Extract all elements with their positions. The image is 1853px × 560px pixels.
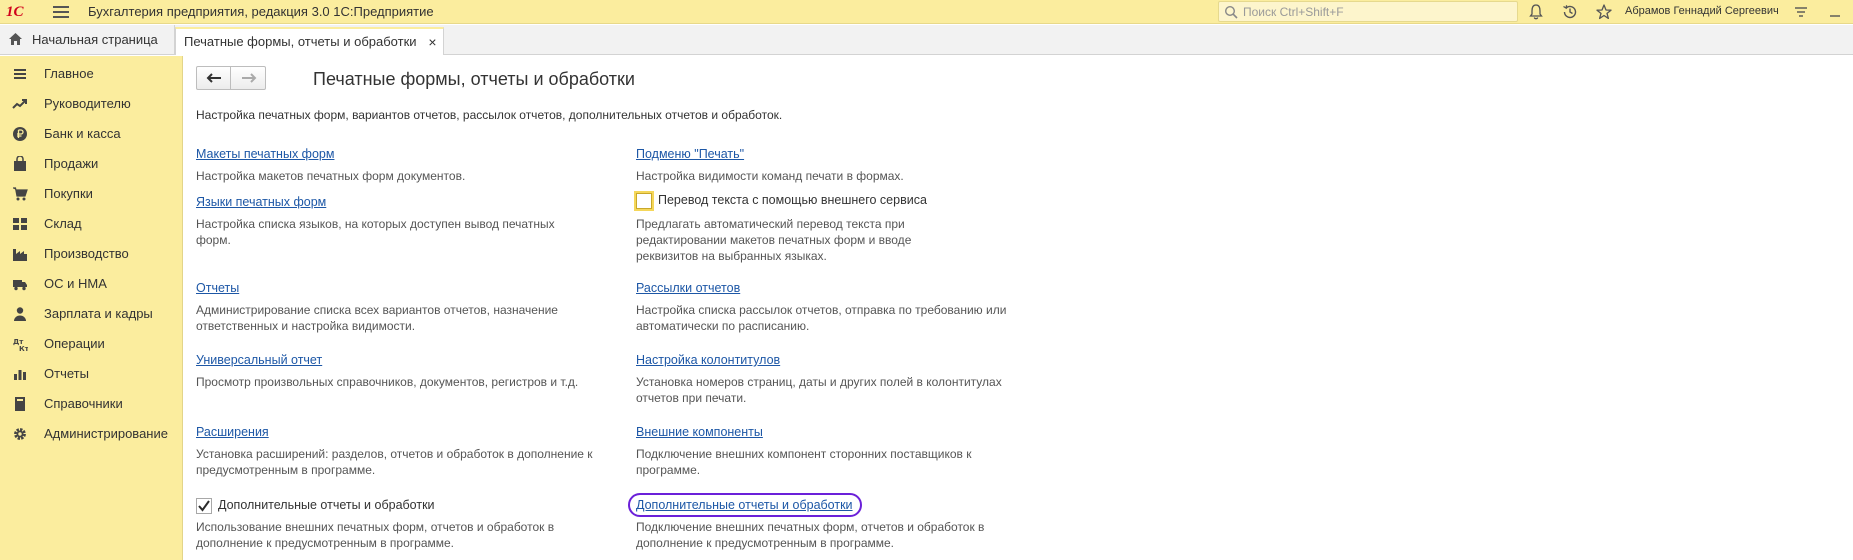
headers-footers-link[interactable]: Настройка колонтитулов	[636, 353, 780, 367]
factory-icon	[13, 249, 27, 261]
extensions-link[interactable]: Расширения	[196, 425, 269, 439]
forward-button[interactable]	[232, 67, 266, 89]
truck-icon	[13, 280, 27, 291]
close-tab-icon[interactable]: ×	[428, 29, 436, 55]
sections-panel: Главное Руководителю Банк и касса Продаж…	[0, 56, 183, 560]
back-button[interactable]	[197, 67, 231, 89]
print-languages-link[interactable]: Языки печатных форм	[196, 195, 326, 209]
svg-text:Кт: Кт	[19, 345, 28, 352]
headers-footers-desc: Установка номеров страниц, даты и других…	[636, 375, 1002, 405]
print-layouts-link[interactable]: Макеты печатных форм	[196, 147, 334, 161]
sidebar-item-administration[interactable]: Администрирование	[0, 419, 183, 449]
tab-bar: Начальная страница Печатные формы, отчет…	[0, 25, 1853, 55]
sidebar-item-fixed-assets[interactable]: ОС и НМА	[0, 269, 183, 299]
report-mailings-link[interactable]: Рассылки отчетов	[636, 281, 740, 295]
ruble-coin-icon	[13, 127, 27, 141]
translation-checkbox-row[interactable]: Перевод текста с помощью внешнего сервис…	[636, 193, 966, 211]
home-icon	[9, 33, 22, 45]
search-icon	[1224, 5, 1238, 19]
books-icon	[15, 397, 25, 411]
reports-link[interactable]: Отчеты	[196, 281, 239, 295]
tab-home[interactable]: Начальная страница	[0, 25, 175, 54]
arrow-right-icon	[242, 73, 257, 83]
sidebar-item-label: Зарплата и кадры	[44, 306, 153, 321]
additional-reports-usage-desc: Использование внешних печатных форм, отч…	[196, 520, 555, 550]
print-layouts-desc: Настройка макетов печатных форм документ…	[196, 169, 466, 183]
external-components-desc: Подключение внешних компонент сторонних …	[636, 447, 972, 477]
gear-icon	[14, 428, 26, 440]
sidebar-item-sales[interactable]: Продажи	[0, 149, 183, 179]
additional-reports-checkbox-label: Дополнительные отчеты и обработки	[218, 498, 435, 512]
bag-icon	[14, 156, 26, 171]
tab-home-label: Начальная страница	[32, 32, 158, 47]
dt-kt-icon: ДтКт	[13, 338, 28, 352]
sidebar-item-warehouse[interactable]: Склад	[0, 209, 183, 239]
sidebar-item-label: Банк и касса	[44, 126, 121, 141]
additional-reports-connect-desc: Подключение внешних печатных форм, отчет…	[636, 520, 985, 550]
page-description: Настройка печатных форм, вариантов отчет…	[196, 108, 783, 122]
sidebar-item-operations[interactable]: Дт Кт Операции	[0, 329, 183, 359]
report-mailings-desc: Настройка списка рассылок отчетов, отпра…	[636, 303, 1007, 333]
sidebar-item-label: Справочники	[44, 396, 123, 411]
sidebar-item-references[interactable]: Справочники	[0, 389, 183, 419]
main-menu-icon[interactable]	[53, 6, 69, 18]
history-icon[interactable]	[1561, 3, 1579, 21]
additional-reports-checkbox[interactable]	[196, 498, 212, 514]
sidebar-item-main[interactable]: Главное	[0, 59, 183, 89]
user-name[interactable]: Абрамов Геннадий Сергеевич	[1625, 5, 1779, 17]
warehouse-icon	[13, 218, 27, 230]
sidebar-item-production[interactable]: Производство	[0, 239, 183, 269]
sidebar-item-label: Покупки	[44, 186, 93, 201]
checkmark-icon	[198, 500, 210, 512]
sidebar-item-manager[interactable]: Руководителю	[0, 89, 183, 119]
app-title: Бухгалтерия предприятия, редакция 3.0 1С…	[88, 4, 434, 19]
navigation-buttons	[196, 66, 266, 90]
print-submenu-desc: Настройка видимости команд печати в форм…	[636, 169, 904, 183]
tab-print-forms-label: Печатные формы, отчеты и обработки	[184, 34, 417, 49]
translation-checkbox-label: Перевод текста с помощью внешнего сервис…	[658, 193, 927, 207]
sidebar-item-label: Отчеты	[44, 366, 89, 381]
cart-icon	[13, 187, 28, 201]
page-title: Печатные формы, отчеты и обработки	[313, 69, 635, 89]
sidebar-item-salary[interactable]: Зарплата и кадры	[0, 299, 183, 329]
bar-chart-icon	[14, 370, 26, 380]
print-submenu-link[interactable]: Подменю "Печать"	[636, 147, 744, 161]
additional-reports-link[interactable]: Дополнительные отчеты и обработки	[636, 498, 853, 512]
sidebar-item-purchases[interactable]: Покупки	[0, 179, 183, 209]
tab-print-forms[interactable]: Печатные формы, отчеты и обработки ×	[175, 27, 444, 55]
translation-desc: Предлагать автоматический перевод текста…	[636, 217, 912, 263]
sidebar-item-label: Руководителю	[44, 96, 131, 111]
1c-logo[interactable]: 1С	[6, 3, 42, 21]
external-components-link[interactable]: Внешние компоненты	[636, 425, 763, 439]
sidebar-item-bank[interactable]: Банк и касса	[0, 119, 183, 149]
bell-icon[interactable]	[1527, 3, 1545, 21]
menu-lines-icon	[14, 69, 26, 79]
main-content: Печатные формы, отчеты и обработки Настр…	[184, 56, 1853, 560]
person-icon	[14, 307, 26, 321]
sidebar-item-label: Администрирование	[44, 426, 168, 441]
settings-menu-icon[interactable]	[1792, 3, 1810, 21]
title-bar: 1С Бухгалтерия предприятия, редакция 3.0…	[0, 0, 1853, 24]
star-icon[interactable]	[1595, 3, 1613, 21]
trend-icon	[12, 99, 27, 109]
sidebar-item-label: Продажи	[44, 156, 99, 171]
sidebar-item-label: ОС и НМА	[44, 276, 107, 291]
minimize-icon[interactable]	[1826, 3, 1844, 21]
additional-reports-checkbox-row[interactable]: Дополнительные отчеты и обработки	[196, 498, 496, 516]
universal-report-link[interactable]: Универсальный отчет	[196, 353, 322, 367]
sidebar-item-label: Склад	[44, 216, 82, 231]
arrow-left-icon	[206, 73, 221, 83]
sidebar-item-label: Операции	[44, 336, 105, 351]
search-box[interactable]	[1218, 1, 1518, 22]
extensions-desc: Установка расширений: разделов, отчетов …	[196, 447, 593, 477]
print-languages-desc: Настройка списка языков, на которых дост…	[196, 217, 555, 247]
universal-report-desc: Просмотр произвольных справочников, доку…	[196, 375, 579, 389]
sidebar-item-reports[interactable]: Отчеты	[0, 359, 183, 389]
translation-checkbox[interactable]	[636, 193, 652, 209]
sidebar-item-label: Главное	[44, 66, 94, 81]
reports-desc: Администрирование списка всех вариантов …	[196, 303, 558, 333]
sidebar-item-label: Производство	[44, 246, 129, 261]
search-input[interactable]	[1243, 3, 1513, 20]
